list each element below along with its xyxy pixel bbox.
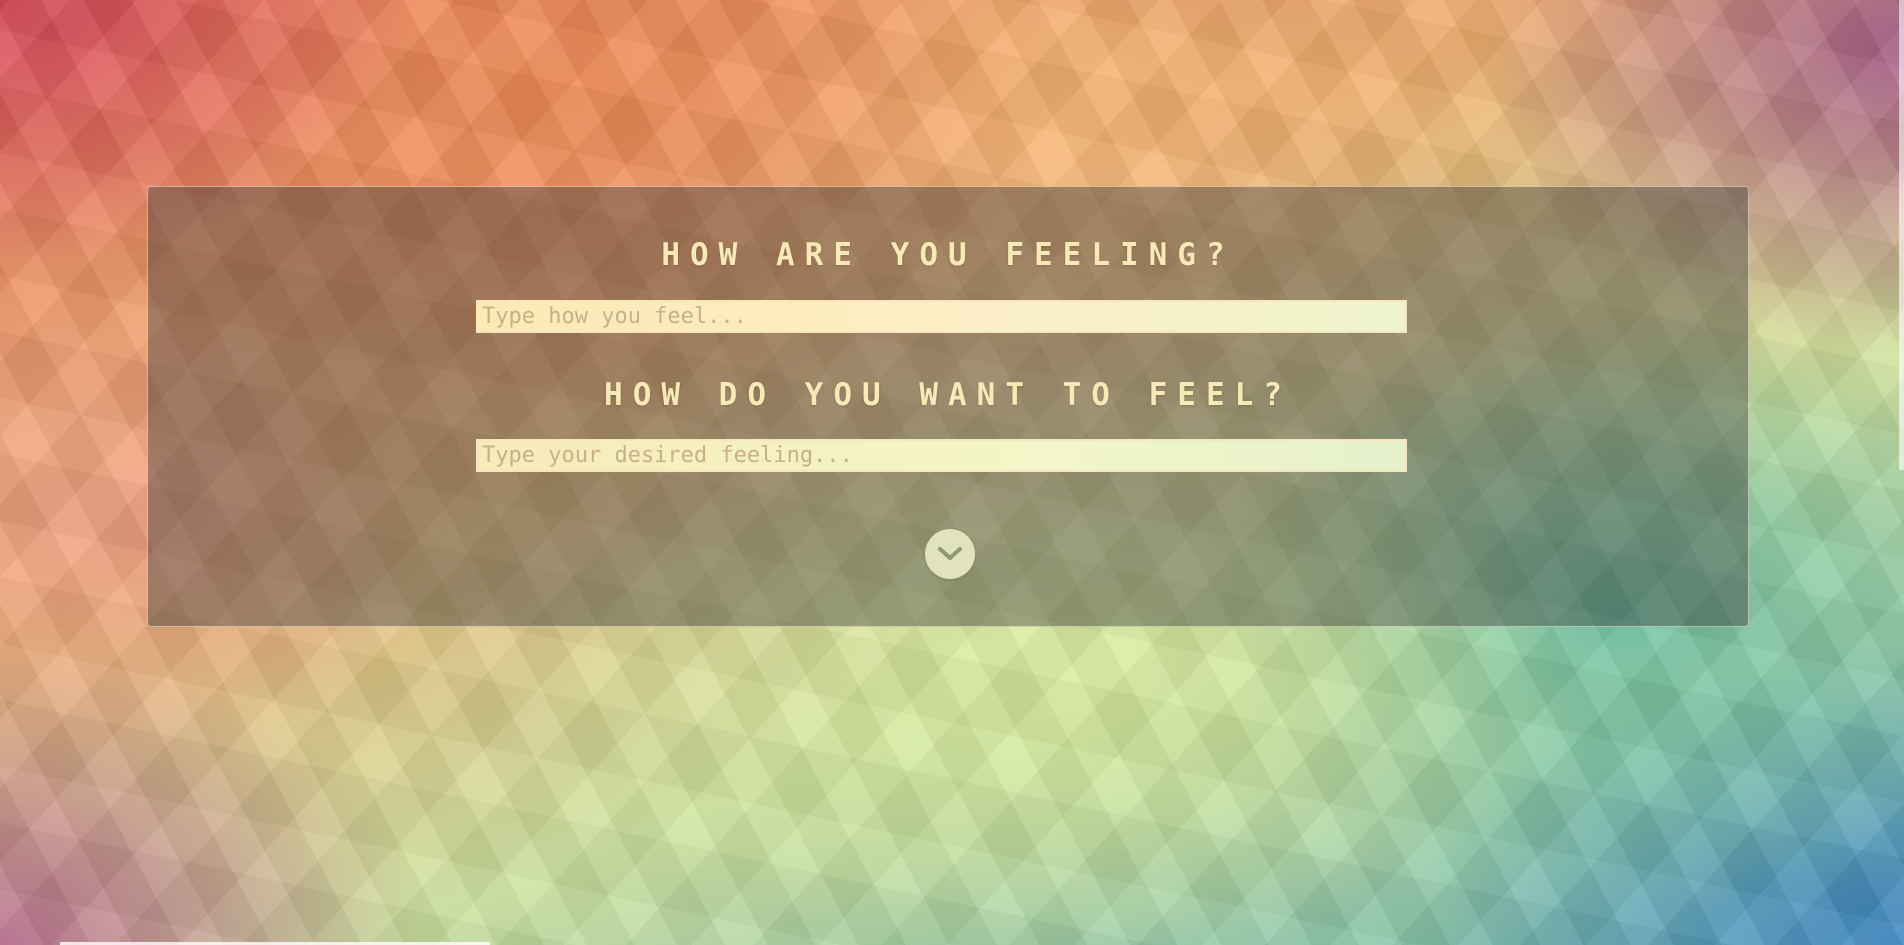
feeling-form-panel: HOW ARE YOU FEELING? HOW DO YOU WANT TO … [147, 186, 1749, 627]
desired-feeling-heading: HOW DO YOU WANT TO FEEL? [604, 377, 1292, 413]
desired-feeling-input[interactable] [476, 439, 1407, 472]
chevron-down-icon [938, 547, 962, 560]
current-feeling-input[interactable] [476, 300, 1407, 333]
submit-button[interactable] [925, 529, 975, 579]
scrollbar[interactable] [1899, 0, 1904, 470]
current-feeling-heading: HOW ARE YOU FEELING? [661, 237, 1235, 273]
